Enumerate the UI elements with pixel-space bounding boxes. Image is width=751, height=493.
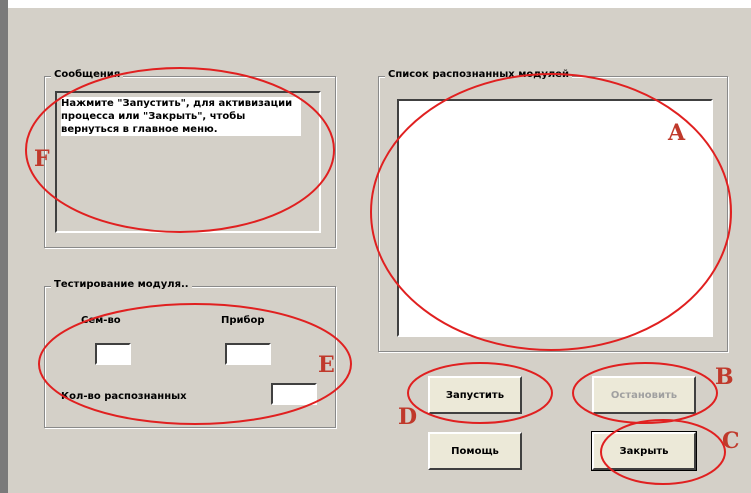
annotation-ellipses — [25, 67, 732, 485]
annotation-ellipse-a — [370, 73, 732, 351]
annotation-ellipse-f — [25, 67, 335, 233]
annotation-ellipse-b — [572, 362, 718, 424]
annotation-label-f: F — [34, 146, 50, 172]
annotation-label-b: B — [715, 364, 734, 390]
annotation-label-d: D — [398, 404, 418, 430]
annotation-label-c: C — [722, 428, 740, 454]
annotation-ellipse-d — [407, 362, 553, 424]
annotation-label-e: E — [318, 352, 335, 378]
annotation-ellipse-e — [38, 303, 352, 425]
dialog-window: Сообщения Нажмите "Запустить", для актив… — [0, 0, 751, 493]
annotation-label-a: A — [668, 120, 686, 146]
annotation-ellipse-c — [600, 419, 726, 485]
